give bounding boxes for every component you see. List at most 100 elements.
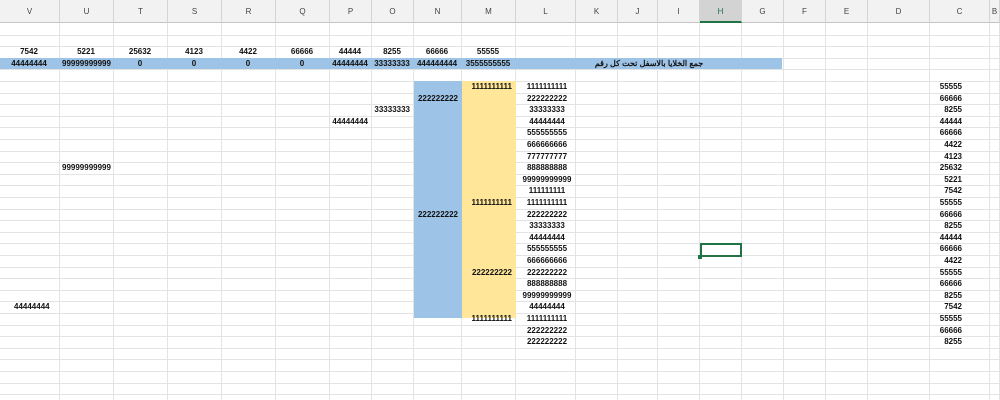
sum-cell-r[interactable]: 0 (224, 58, 272, 69)
m-value-cell[interactable]: 222222222 (464, 267, 512, 278)
top-value-cell-v[interactable]: 7542 (2, 46, 56, 57)
column-header-n[interactable]: N (414, 0, 462, 23)
l-list-cell[interactable]: 888888888 (518, 162, 576, 173)
spreadsheet-grid[interactable]: VUTSRQPONMLKJIHGFEDCB 7542 5221 25632 4123 4… (0, 0, 1000, 400)
c-list-cell[interactable]: 4422 (930, 255, 962, 266)
column-header-b[interactable]: B (990, 0, 1000, 23)
top-value-cell-m[interactable]: 55555 (464, 46, 512, 57)
column-header-q[interactable]: Q (276, 0, 330, 23)
l-list-cell[interactable]: 222222222 (518, 336, 576, 347)
sum-cell-m[interactable]: 3555555555 (464, 58, 512, 69)
c-list-cell[interactable]: 8255 (930, 220, 962, 231)
sum-cell-q[interactable]: 0 (278, 58, 326, 69)
l-list-cell[interactable]: 1111111111 (518, 197, 576, 208)
l-list-cell[interactable]: 555555555 (518, 243, 576, 254)
column-header-m[interactable]: M (462, 0, 516, 23)
c-list-cell[interactable]: 4123 (930, 151, 962, 162)
column-header-o[interactable]: O (372, 0, 414, 23)
selected-cell[interactable] (700, 243, 742, 257)
sum-cell-n[interactable]: 444444444 (416, 58, 458, 69)
column-header-g[interactable]: G (742, 0, 784, 23)
column-header-l[interactable]: L (516, 0, 576, 23)
column-header-r[interactable]: R (222, 0, 276, 23)
top-value-cell-p[interactable]: 44444 (332, 46, 368, 57)
sum-label-cell[interactable]: جمع الخلايا بالاسفل تحت كل رقم (516, 58, 782, 69)
column-header-t[interactable]: T (114, 0, 168, 23)
l-list-cell[interactable]: 44444444 (518, 301, 576, 312)
c-list-cell[interactable]: 8255 (930, 290, 962, 301)
c-list-cell[interactable]: 66666 (930, 325, 962, 336)
column-header-j[interactable]: J (618, 0, 658, 23)
m-value-cell[interactable]: 1111111111 (464, 197, 512, 208)
column-header-s[interactable]: S (168, 0, 222, 23)
n-value-cell[interactable]: 222222222 (416, 93, 458, 104)
c-list-cell[interactable]: 7542 (930, 185, 962, 196)
l-list-cell[interactable]: 1111111111 (518, 81, 576, 92)
column-header-f[interactable]: F (784, 0, 826, 23)
column-header-u[interactable]: U (60, 0, 114, 23)
l-list-cell[interactable]: 888888888 (518, 278, 576, 289)
l-list-cell[interactable]: 99999999999 (518, 174, 576, 185)
column-header-h[interactable]: H (700, 0, 742, 23)
top-value-cell-n[interactable]: 66666 (416, 46, 458, 57)
sum-cell-o[interactable]: 33333333 (374, 58, 410, 69)
m-value-cell[interactable]: 1111111111 (464, 313, 512, 324)
column-header-c[interactable]: C (930, 0, 990, 23)
l-list-cell[interactable]: 33333333 (518, 220, 576, 231)
column-header-i[interactable]: I (658, 0, 700, 23)
top-value-cell-s[interactable]: 4123 (170, 46, 218, 57)
l-list-cell[interactable]: 111111111 (518, 185, 576, 196)
l-list-cell[interactable]: 777777777 (518, 151, 576, 162)
top-value-cell-t[interactable]: 25632 (116, 46, 164, 57)
c-list-cell[interactable]: 8255 (930, 104, 962, 115)
column-header-d[interactable]: D (868, 0, 930, 23)
p-value-cell[interactable]: 44444444 (332, 116, 368, 127)
m-value-cell[interactable]: 1111111111 (464, 81, 512, 92)
column-header-p[interactable]: P (330, 0, 372, 23)
column-header-e[interactable]: E (826, 0, 868, 23)
l-list-cell[interactable]: 222222222 (518, 267, 576, 278)
sum-cell-v[interactable]: 44444444 (2, 58, 56, 69)
c-list-cell[interactable]: 7542 (930, 301, 962, 312)
u-value-cell[interactable]: 99999999999 (62, 162, 114, 173)
c-list-cell[interactable]: 66666 (930, 93, 962, 104)
l-list-cell[interactable]: 44444444 (518, 116, 576, 127)
n-value-cell[interactable]: 222222222 (416, 209, 458, 220)
l-list-cell[interactable]: 666666666 (518, 255, 576, 266)
c-list-cell[interactable]: 66666 (930, 243, 962, 254)
top-value-cell-q[interactable]: 66666 (278, 46, 326, 57)
fill-handle[interactable] (698, 255, 702, 259)
l-list-cell[interactable]: 666666666 (518, 139, 576, 150)
l-list-cell[interactable]: 222222222 (518, 93, 576, 104)
c-list-cell[interactable]: 66666 (930, 127, 962, 138)
l-list-cell[interactable]: 222222222 (518, 209, 576, 220)
c-list-cell[interactable]: 55555 (930, 81, 962, 92)
sum-cell-p[interactable]: 44444444 (332, 58, 368, 69)
c-list-cell[interactable]: 5221 (930, 174, 962, 185)
l-list-cell[interactable]: 99999999999 (518, 290, 576, 301)
l-list-cell[interactable]: 44444444 (518, 232, 576, 243)
sum-cell-u[interactable]: 99999999999 (62, 58, 111, 69)
v-value-cell[interactable]: 44444444 (14, 301, 60, 312)
column-header-k[interactable]: K (576, 0, 618, 23)
top-value-cell-u[interactable]: 5221 (62, 46, 110, 57)
c-list-cell[interactable]: 55555 (930, 267, 962, 278)
top-value-cell-r[interactable]: 4422 (224, 46, 272, 57)
c-list-cell[interactable]: 25632 (930, 162, 962, 173)
c-list-cell[interactable]: 66666 (930, 209, 962, 220)
top-value-cell-o[interactable]: 8255 (374, 46, 410, 57)
c-list-cell[interactable]: 8255 (930, 336, 962, 347)
c-list-cell[interactable]: 44444 (930, 232, 962, 243)
c-list-cell[interactable]: 4422 (930, 139, 962, 150)
c-list-cell[interactable]: 66666 (930, 278, 962, 289)
c-list-cell[interactable]: 55555 (930, 197, 962, 208)
column-header-v[interactable]: V (0, 0, 60, 23)
sum-cell-t[interactable]: 0 (116, 58, 164, 69)
c-list-cell[interactable]: 44444 (930, 116, 962, 127)
c-list-cell[interactable]: 55555 (930, 313, 962, 324)
o-value-cell[interactable]: 33333333 (374, 104, 410, 115)
l-list-cell[interactable]: 1111111111 (518, 313, 576, 324)
l-list-cell[interactable]: 222222222 (518, 325, 576, 336)
sum-cell-s[interactable]: 0 (170, 58, 218, 69)
l-list-cell[interactable]: 33333333 (518, 104, 576, 115)
